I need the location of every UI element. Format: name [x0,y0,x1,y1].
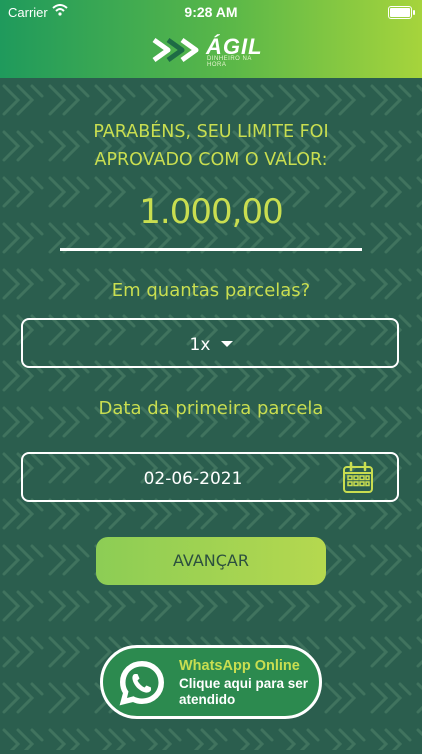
clock: 9:28 AM [184,4,238,20]
logo-mark-icon [152,37,199,63]
whatsapp-icon [119,660,165,706]
app-header: Carrier 9:28 AM ÁGIL DINHEIRO NA HORA [0,0,422,78]
agil-logo: ÁGIL DINHEIRO NA HORA [152,34,272,68]
calendar-icon[interactable] [341,461,375,495]
approval-headline: PARABÉNS, SEU LIMITE FOI APROVADO COM O … [40,118,382,174]
chevron-down-icon [221,341,233,347]
whatsapp-title: WhatsApp Online [179,658,300,674]
first-payment-label: Data da primeira parcela [98,398,324,419]
headline-line-1: PARABÉNS, SEU LIMITE FOI [93,122,329,142]
advance-button[interactable]: AVANÇAR [96,537,326,585]
battery-icon [388,6,415,19]
logo-tagline: DINHEIRO NA HORA [207,56,252,68]
status-bar: Carrier 9:28 AM [0,0,422,24]
first-payment-date-field[interactable]: 02-06-2021 [21,452,399,502]
installments-label: Em quantas parcelas? [111,280,311,301]
whatsapp-subtitle: Clique aqui para ser atendido [179,676,309,707]
installments-select[interactable]: 1x [21,318,399,368]
installments-value: 1x [189,335,211,355]
first-payment-date-value: 02-06-2021 [143,469,243,489]
approved-amount: 1.000,00 [139,192,283,232]
headline-line-2: APROVADO COM O VALOR: [94,150,328,170]
whatsapp-button[interactable]: WhatsApp Online Clique aqui para ser ate… [100,645,322,719]
amount-underline [60,248,362,251]
